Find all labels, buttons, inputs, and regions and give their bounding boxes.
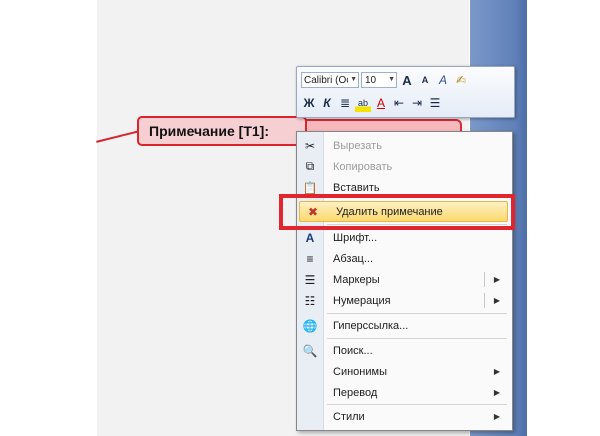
menu-item-bullets[interactable]: ☰ Маркеры ▶ — [297, 269, 512, 290]
synonyms-icon — [297, 361, 323, 382]
menu-separator — [327, 313, 507, 314]
menu-item-cut[interactable]: ✂ Вырезать — [297, 135, 512, 156]
menu-item-label: Вырезать — [333, 139, 382, 152]
menu-item-numbering[interactable]: ☷ Нумерация ▶ — [297, 290, 512, 311]
submenu-divider — [484, 293, 485, 308]
menu-item-translate[interactable]: Перевод ▶ — [297, 382, 512, 403]
menu-item-label: Стили — [333, 410, 365, 423]
hyperlink-icon: 🌐 — [302, 318, 318, 333]
menu-item-search[interactable]: 🔍 Поиск... — [297, 340, 512, 361]
chevron-down-icon[interactable]: ▼ — [350, 76, 357, 83]
decrease-indent-icon[interactable]: ⇤ — [391, 94, 407, 112]
submenu-arrow-icon: ▶ — [493, 296, 500, 305]
menu-item-label: Синонимы — [333, 365, 387, 378]
submenu-divider — [484, 272, 485, 287]
menu-separator — [327, 404, 507, 405]
bullets-icon: ☰ — [304, 272, 316, 287]
menu-item-label: Гиперссылка... — [333, 319, 409, 332]
grow-font-icon[interactable]: A — [399, 71, 415, 89]
translate-icon — [297, 382, 323, 403]
copy-icon: ⧉ — [305, 159, 315, 173]
styles-icon — [297, 406, 323, 427]
increase-indent-icon[interactable]: ⇥ — [409, 94, 425, 112]
menu-item-synonyms[interactable]: Синонимы ▶ — [297, 361, 512, 382]
menu-item-styles[interactable]: Стили ▶ — [297, 406, 512, 427]
menu-item-label: Шрифт... — [333, 231, 378, 244]
styles-icon[interactable]: A — [435, 71, 451, 89]
window-edge — [515, 0, 527, 436]
menu-item-label: Маркеры — [333, 273, 380, 286]
bold-icon[interactable]: Ж — [301, 94, 317, 112]
font-size-value: 10 — [365, 74, 377, 86]
italic-icon[interactable]: К — [319, 94, 335, 112]
paragraph-icon: ≡ — [306, 251, 314, 266]
search-icon: 🔍 — [302, 343, 318, 358]
scissors-icon: ✂ — [304, 138, 316, 153]
font-icon: A — [305, 230, 315, 245]
annotation-highlight-frame — [279, 194, 515, 230]
menu-item-font[interactable]: A Шрифт... — [297, 227, 512, 248]
menu-separator — [327, 338, 507, 339]
menu-item-label: Вставить — [333, 181, 380, 194]
shrink-font-icon[interactable]: A — [417, 71, 433, 89]
numbering-icon: ☷ — [304, 293, 316, 308]
center-align-icon[interactable]: ≣ — [337, 94, 353, 112]
font-name-value: Calibri (Oci — [304, 74, 348, 86]
highlight-color-icon[interactable]: ab — [355, 94, 371, 112]
font-size-box[interactable]: 10 ▼ — [361, 72, 397, 88]
menu-item-label: Копировать — [333, 160, 393, 173]
bullets-icon[interactable]: ☰ — [427, 94, 443, 112]
menu-item-copy[interactable]: ⧉ Копировать — [297, 156, 512, 177]
comment-label-text: Примечание [T1]: — [149, 123, 269, 139]
comment-label[interactable]: Примечание [T1]: — [137, 116, 307, 146]
menu-item-hyperlink[interactable]: 🌐 Гиперссылка... — [297, 315, 512, 336]
mini-toolbar: Calibri (Oci ▼ 10 ▼ A A A ✍ Ж К ≣ ab A ⇤… — [296, 66, 515, 118]
menu-item-label: Перевод — [333, 386, 378, 399]
submenu-arrow-icon: ▶ — [493, 367, 500, 376]
submenu-arrow-icon: ▶ — [493, 275, 500, 284]
format-painter-icon[interactable]: ✍ — [453, 71, 469, 89]
menu-item-label: Поиск... — [333, 344, 373, 357]
context-menu: ✂ Вырезать ⧉ Копировать 📋 Вставить ✖ Уда… — [296, 131, 513, 431]
submenu-arrow-icon: ▶ — [493, 412, 500, 421]
menu-item-label: Нумерация — [333, 294, 391, 307]
menu-item-label: Абзац... — [333, 252, 374, 265]
submenu-arrow-icon: ▶ — [493, 388, 500, 397]
font-color-icon[interactable]: A — [373, 94, 389, 112]
menu-item-paragraph[interactable]: ≡ Абзац... — [297, 248, 512, 269]
chevron-down-icon[interactable]: ▼ — [388, 76, 395, 83]
font-name-box[interactable]: Calibri (Oci ▼ — [301, 72, 359, 88]
